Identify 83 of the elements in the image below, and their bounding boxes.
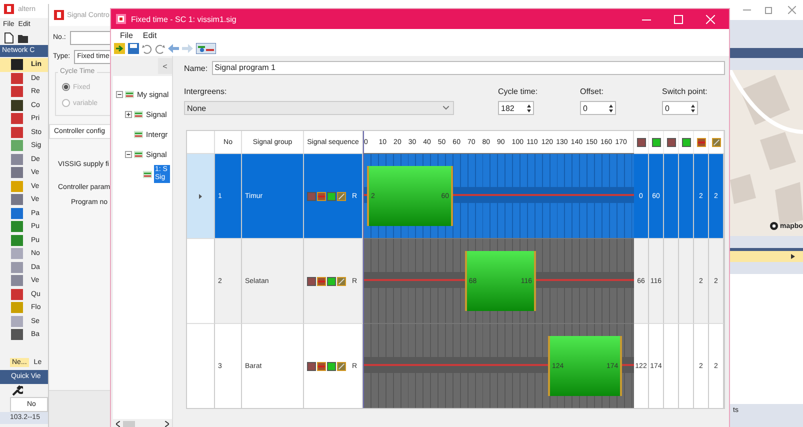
network-object-icon xyxy=(11,59,23,70)
wrench-icon[interactable] xyxy=(12,384,23,396)
field-label: Switch point: xyxy=(662,87,708,96)
restore-icon[interactable] xyxy=(765,6,774,14)
field-label: Cycle time: xyxy=(498,87,539,96)
name-field[interactable]: Signal program 1 xyxy=(212,61,725,75)
network-object-icon xyxy=(11,72,23,84)
network-object-icon xyxy=(11,140,23,152)
network-object-icon xyxy=(11,208,23,219)
signal-state-icon xyxy=(317,192,326,200)
scroll-left-icon[interactable] xyxy=(116,420,120,426)
network-object-icon xyxy=(11,288,23,300)
spin-arrows-icon[interactable] xyxy=(527,104,531,112)
save-icon[interactable] xyxy=(128,43,139,54)
network-object-icon xyxy=(11,329,23,340)
menu-item[interactable]: File xyxy=(120,30,133,40)
back-arrow-icon[interactable] xyxy=(168,44,179,53)
signal-node-icon xyxy=(134,130,143,138)
spin-arrows-icon[interactable] xyxy=(609,104,613,112)
number-spinbox[interactable]: 0 xyxy=(580,101,616,115)
network-object-icon xyxy=(11,113,23,124)
signal-state-icon xyxy=(307,192,316,200)
number-field[interactable] xyxy=(70,30,111,44)
current-row-icon xyxy=(199,194,202,198)
signal-state-icon xyxy=(337,362,346,370)
signal-state-icon xyxy=(327,192,336,200)
network-object-icon xyxy=(11,262,23,273)
network-object-icon xyxy=(11,194,23,206)
app-logo-icon xyxy=(4,4,14,14)
network-object-icon xyxy=(11,154,23,165)
spin-arrows-icon[interactable] xyxy=(691,104,695,112)
signal-node-icon xyxy=(125,90,134,98)
app-logo-icon xyxy=(116,14,126,24)
network-object-icon xyxy=(11,167,23,178)
window-title: Fixed time - SC 1: vissim1.sig xyxy=(131,14,236,24)
signal-state-icon xyxy=(327,362,336,370)
signal-state-icon xyxy=(337,192,346,200)
maximize-icon[interactable] xyxy=(674,14,683,24)
signal-state-icon xyxy=(307,276,316,286)
signal-state-icon xyxy=(712,138,720,146)
field-label: Intergreens: xyxy=(184,87,228,96)
signal-state-icon xyxy=(317,362,326,370)
network-object-icon xyxy=(11,248,23,260)
expander-icon[interactable] xyxy=(125,110,132,118)
field-label: Offset: xyxy=(580,87,604,96)
current-row-icon xyxy=(791,254,795,259)
network-object-icon xyxy=(11,316,23,327)
chevron-icon xyxy=(443,106,449,110)
scroll-right-icon[interactable] xyxy=(165,420,169,426)
collapse-button[interactable]: < xyxy=(158,58,172,74)
signal-state-icon xyxy=(307,362,316,370)
scrollbar[interactable] xyxy=(113,419,172,427)
redo-icon[interactable] xyxy=(155,44,165,54)
signal-plan-icon[interactable] xyxy=(196,43,216,54)
new-file-icon[interactable] xyxy=(4,32,14,44)
network-object-icon xyxy=(11,100,23,111)
expander-icon[interactable] xyxy=(125,150,132,158)
network-object-icon xyxy=(11,302,23,314)
signal-state-icon xyxy=(337,276,346,286)
undo-icon[interactable] xyxy=(142,44,152,54)
network-object-icon xyxy=(11,126,23,138)
expander-icon[interactable] xyxy=(116,90,123,98)
network-object-icon xyxy=(11,275,23,286)
app-logo-icon xyxy=(54,10,64,20)
signal-state-icon xyxy=(327,276,336,286)
intergreens-dropdown[interactable]: None xyxy=(184,101,454,115)
field-label: Name: xyxy=(184,64,208,72)
number-spinbox[interactable]: 0 xyxy=(662,101,698,115)
logo-icon xyxy=(770,222,778,230)
signal-node-icon xyxy=(134,110,143,118)
network-object-icon xyxy=(11,221,23,232)
close-icon[interactable] xyxy=(788,6,796,14)
network-object-icon xyxy=(11,234,23,246)
network-object-icon xyxy=(11,180,23,192)
signal-node-icon xyxy=(143,170,152,178)
signal-node-icon xyxy=(134,150,143,158)
network-object-icon xyxy=(11,86,23,98)
scroll-thumb[interactable] xyxy=(123,420,135,426)
exit-icon[interactable] xyxy=(114,43,125,54)
signal-state-icon xyxy=(696,138,706,146)
number-spinbox[interactable]: 182 xyxy=(498,101,534,115)
signal-state-icon xyxy=(317,276,326,286)
menu-item[interactable]: Edit xyxy=(142,30,157,40)
